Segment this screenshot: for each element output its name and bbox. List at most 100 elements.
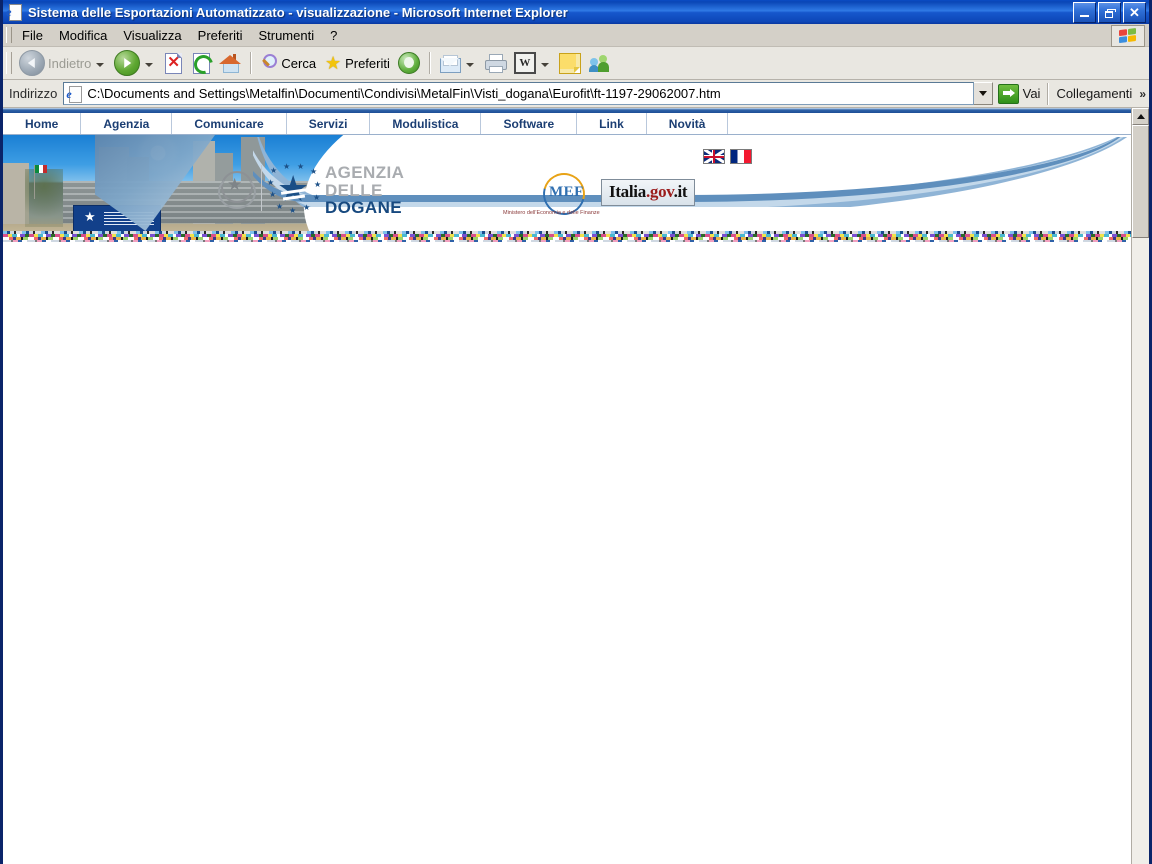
address-input[interactable]: e C:\Documents and Settings\Metalfin\Doc… (63, 82, 974, 105)
edit-word-icon: W (513, 52, 536, 74)
agenzia-dogane-wordmark: AGENZIA DELLE DOGANE (325, 164, 404, 217)
stop-button[interactable]: ✕ (159, 50, 187, 76)
back-button-label: Indietro (48, 55, 92, 71)
language-selector (703, 149, 752, 164)
back-button: Indietro (15, 50, 110, 76)
scroll-up-button[interactable] (1132, 108, 1149, 125)
browser-toolbar: Indietro ✕ Cerca ★ Preferiti W (3, 47, 1149, 80)
site-navigation: Home Agenzia Comunicare Servizi Modulist… (3, 113, 1131, 135)
nav-item-comunicare[interactable]: Comunicare (172, 113, 287, 134)
nav-item-home[interactable]: Home (3, 113, 82, 134)
close-icon: ✕ (1129, 5, 1140, 20)
nav-item-link[interactable]: Link (577, 113, 647, 134)
nav-item-servizi[interactable]: Servizi (287, 113, 371, 134)
toolbar-separator-2 (428, 52, 430, 74)
mef-subtitle: Ministero dell'Economia e delle Finanze (503, 210, 600, 216)
ie-page-icon: e (6, 4, 23, 21)
refresh-button[interactable] (187, 50, 217, 78)
repubblica-italiana-emblem-icon: ★ (217, 167, 256, 209)
minimize-button[interactable] (1073, 2, 1096, 23)
scroll-up-arrow-icon (1136, 114, 1145, 119)
chevron-down-icon (978, 91, 987, 96)
title-bar: e Sistema delle Esportazioni Automatizza… (3, 0, 1149, 24)
logo-line-dogane: DOGANE (325, 198, 403, 217)
messenger-icon (588, 54, 609, 72)
menu-item-file[interactable]: File (14, 26, 51, 45)
nav-item-modulistica[interactable]: Modulistica (370, 113, 482, 134)
media-button[interactable] (394, 50, 424, 76)
window-controls: ✕ (1073, 2, 1146, 23)
edit-menu-caret-icon[interactable] (540, 62, 549, 67)
home-button[interactable] (215, 50, 245, 76)
mail-menu-caret-icon[interactable] (465, 62, 474, 67)
banner-divider (261, 165, 262, 211)
address-bar: Indirizzo e C:\Documents and Settings\Me… (3, 80, 1149, 108)
links-label: Collegamenti (1056, 86, 1133, 101)
windows-flag-icon[interactable] (1111, 25, 1145, 47)
address-dropdown-button[interactable] (972, 82, 993, 105)
italiagov-part-it: .it (673, 182, 688, 201)
french-flag-icon[interactable] (730, 149, 752, 164)
nav-item-agenzia[interactable]: Agenzia (81, 113, 173, 134)
page-viewport: Home Agenzia Comunicare Servizi Modulist… (3, 108, 1149, 864)
mef-acronym: MEF (549, 184, 584, 200)
notes-icon (558, 52, 581, 74)
dogane-star-logo-icon: ★ ★ ★ ★ ★ ★ ★ ★ ★ ★ ★ ★ (267, 162, 322, 215)
notes-button[interactable] (555, 50, 585, 76)
italiagov-part-gov: .gov (645, 182, 674, 201)
search-button[interactable]: Cerca (256, 50, 320, 76)
home-icon (219, 52, 242, 74)
address-bar-label: Indirizzo (9, 86, 58, 101)
italia-gov-it-logo[interactable]: Italia.gov.it (601, 179, 696, 206)
forward-button[interactable] (110, 50, 159, 76)
favorites-button-label: Preferiti (345, 55, 390, 71)
menu-item-strumenti[interactable]: Strumenti (250, 26, 322, 45)
media-icon (397, 52, 420, 74)
document-area: Home Agenzia Comunicare Servizi Modulist… (3, 108, 1131, 864)
toolbar-separator-1 (250, 52, 252, 74)
rendered-page: Home Agenzia Comunicare Servizi Modulist… (3, 108, 1131, 242)
messenger-button[interactable] (585, 50, 613, 76)
vertical-scrollbar[interactable] (1131, 108, 1149, 864)
menu-grip[interactable] (6, 27, 12, 43)
stop-icon: ✕ (163, 52, 183, 74)
menu-bar: File Modifica Visualizza Preferiti Strum… (3, 24, 1149, 47)
menu-item-visualizza[interactable]: Visualizza (115, 26, 189, 45)
toolbar-grip[interactable] (6, 52, 12, 74)
edit-button[interactable]: W (510, 50, 555, 76)
logo-line-delle: DELLE (325, 180, 383, 200)
menu-item-help[interactable]: ? (322, 26, 345, 45)
site-banner: ★ ★ ★ ★ ★ ★ ★ ★ ★ ★ ★ ★ ★ ★ AGENZIA DELL… (3, 135, 1131, 242)
nav-item-novita[interactable]: Novità (647, 113, 729, 134)
window-title: Sistema delle Esportazioni Automatizzato… (28, 4, 568, 20)
go-button[interactable]: Vai (993, 83, 1048, 104)
links-toolbar[interactable]: Collegamenti » (1047, 82, 1149, 105)
render-artifact-strip (3, 231, 1131, 242)
menu-item-preferiti[interactable]: Preferiti (190, 26, 251, 45)
scroll-track[interactable] (1132, 238, 1149, 864)
blank-page-area (3, 242, 1131, 864)
favorites-button[interactable]: ★ Preferiti (320, 50, 394, 76)
browser-window: e Sistema delle Esportazioni Automatizza… (0, 0, 1152, 864)
nav-filler (728, 113, 1131, 134)
mail-icon (439, 54, 461, 73)
search-icon (260, 54, 278, 72)
back-history-caret-icon[interactable] (96, 62, 105, 67)
print-icon (484, 54, 507, 73)
refresh-icon (190, 51, 217, 78)
favorites-star-icon: ★ (324, 53, 342, 73)
english-flag-icon[interactable] (703, 149, 725, 164)
print-button[interactable] (480, 50, 510, 76)
restore-button[interactable] (1098, 2, 1121, 23)
page-file-icon: e (66, 85, 83, 103)
address-input-value: C:\Documents and Settings\Metalfin\Docum… (87, 86, 721, 101)
back-arrow-icon (19, 50, 45, 76)
mail-button[interactable] (435, 50, 480, 76)
scroll-thumb[interactable] (1132, 125, 1149, 238)
forward-history-caret-icon[interactable] (145, 62, 154, 67)
menu-item-modifica[interactable]: Modifica (51, 26, 115, 45)
close-button[interactable]: ✕ (1123, 2, 1146, 23)
chevron-double-right-icon[interactable]: » (1139, 87, 1146, 101)
nav-item-software[interactable]: Software (481, 113, 578, 134)
go-button-label: Vai (1022, 86, 1041, 101)
